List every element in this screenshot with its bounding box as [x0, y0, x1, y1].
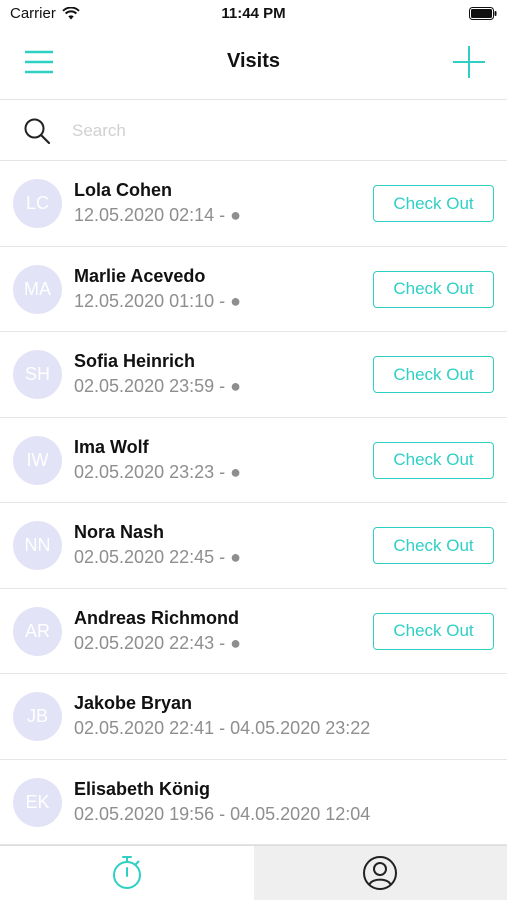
avatar: SH: [13, 350, 62, 399]
visit-time: 02.05.2020 19:56 - 04.05.2020 12:04: [74, 803, 371, 824]
clock: 11:44 PM: [221, 5, 286, 22]
visitor-name: Jakobe Bryan: [74, 693, 193, 713]
status-bar: Carrier 11:44 PM: [0, 0, 507, 28]
visitor-name: Elisabeth König: [74, 778, 211, 799]
add-visit-button[interactable]: [451, 44, 487, 80]
visitor-name: Ima Wolf: [74, 436, 149, 457]
list-item[interactable]: LC Lola Cohen 12.05.2020 02:14 - ● Check…: [0, 161, 507, 247]
battery-icon: [469, 7, 497, 24]
visits-list: LC Lola Cohen 12.05.2020 02:14 - ● Check…: [0, 161, 507, 845]
avatar: EK: [13, 777, 62, 827]
tab-visits[interactable]: [0, 846, 254, 900]
check-out-button[interactable]: Check Out: [373, 441, 494, 479]
avatar: IW: [13, 435, 62, 485]
visit-time: 02.05.2020 23:59 - ●: [74, 376, 242, 396]
visit-time: 02.05.2020 22:41 - 04.05.2020 23:22: [74, 718, 371, 738]
avatar: JB: [13, 692, 62, 741]
visit-time: 12.05.2020 02:14 - ●: [74, 205, 242, 225]
search-icon: [24, 118, 51, 145]
tab-bar: [0, 845, 507, 900]
visitor-name: Marlie Acevedo: [74, 265, 206, 286]
avatar: LC: [13, 179, 62, 228]
check-out-button[interactable]: Check Out: [373, 527, 494, 564]
visit-time: 02.05.2020 22:43 - ●: [74, 632, 242, 653]
visit-time: 02.05.2020 23:23 - ●: [74, 461, 242, 482]
list-item[interactable]: NN Nora Nash 02.05.2020 22:45 - ● Check …: [0, 503, 507, 589]
avatar: NN: [13, 521, 62, 570]
search-input[interactable]: [72, 116, 482, 146]
list-item[interactable]: MA Marlie Acevedo 12.05.2020 01:10 - ● C…: [0, 247, 507, 332]
check-out-button[interactable]: Check Out: [373, 356, 494, 393]
avatar: AR: [13, 606, 62, 656]
nav-bar: Visits: [0, 28, 507, 100]
profile-icon: [363, 856, 398, 890]
check-out-button[interactable]: Check Out: [373, 270, 494, 308]
list-item[interactable]: AR Andreas Richmond 02.05.2020 22:43 - ●…: [0, 589, 507, 674]
page-title: Visits: [227, 50, 280, 72]
search-bar: [0, 100, 507, 161]
list-item[interactable]: SH Sofia Heinrich 02.05.2020 23:59 - ● C…: [0, 332, 507, 418]
visitor-name: Sofia Heinrich: [74, 351, 196, 371]
list-item[interactable]: IW Ima Wolf 02.05.2020 23:23 - ● Check O…: [0, 418, 507, 503]
visitor-name: Nora Nash: [74, 522, 165, 542]
plus-icon: [453, 46, 485, 78]
list-item[interactable]: EK Elisabeth König 02.05.2020 19:56 - 04…: [0, 760, 507, 845]
list-item[interactable]: JB Jakobe Bryan 02.05.2020 22:41 - 04.05…: [0, 674, 507, 760]
check-out-button[interactable]: Check Out: [373, 612, 494, 650]
avatar: MA: [13, 264, 62, 314]
check-out-button[interactable]: Check Out: [373, 185, 494, 222]
visitor-name: Andreas Richmond: [74, 607, 240, 628]
visit-time: 02.05.2020 22:45 - ●: [74, 547, 242, 567]
stopwatch-icon: [112, 856, 141, 889]
visit-time: 12.05.2020 01:10 - ●: [74, 290, 242, 311]
tab-profile[interactable]: [253, 846, 507, 900]
visitor-name: Lola Cohen: [74, 180, 172, 200]
